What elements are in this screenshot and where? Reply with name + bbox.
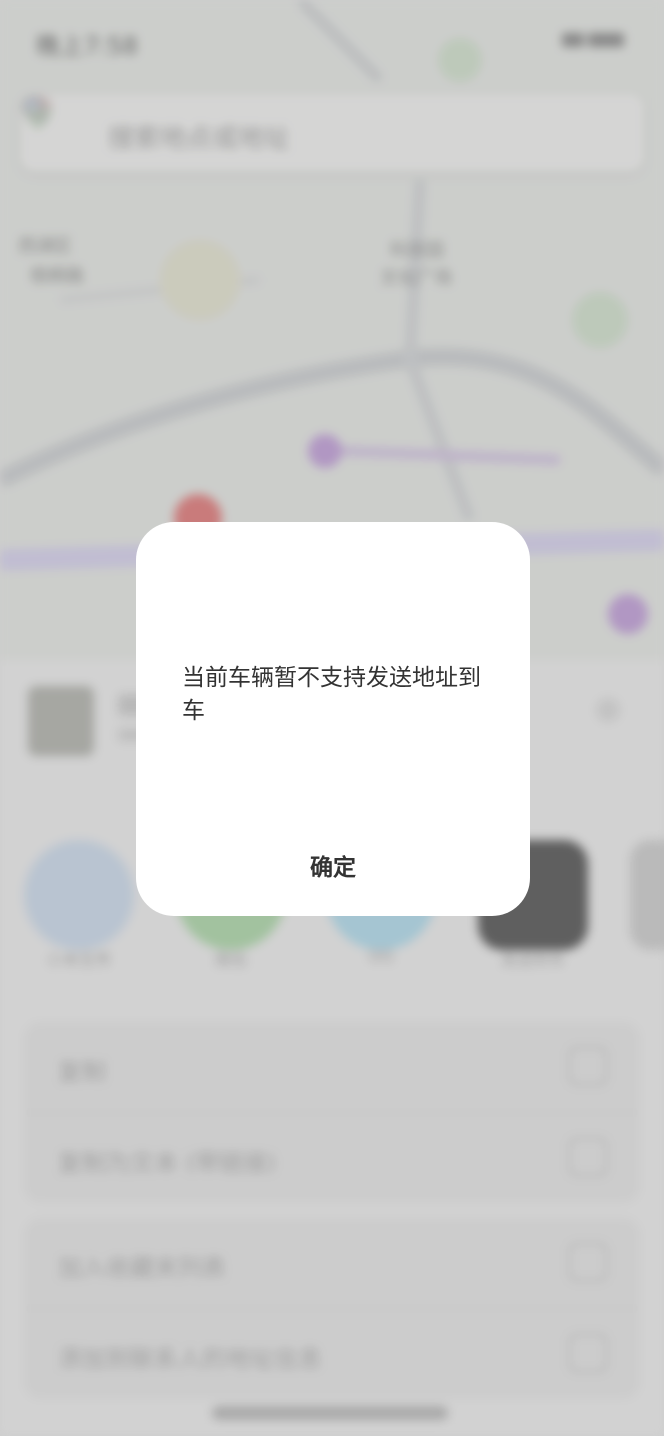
confirm-button[interactable]: 确定: [136, 830, 530, 900]
dialog-message: 当前车辆暂不支持发送地址到车: [182, 665, 481, 724]
alert-dialog: 当前车辆暂不支持发送地址到车 确定: [136, 522, 530, 916]
